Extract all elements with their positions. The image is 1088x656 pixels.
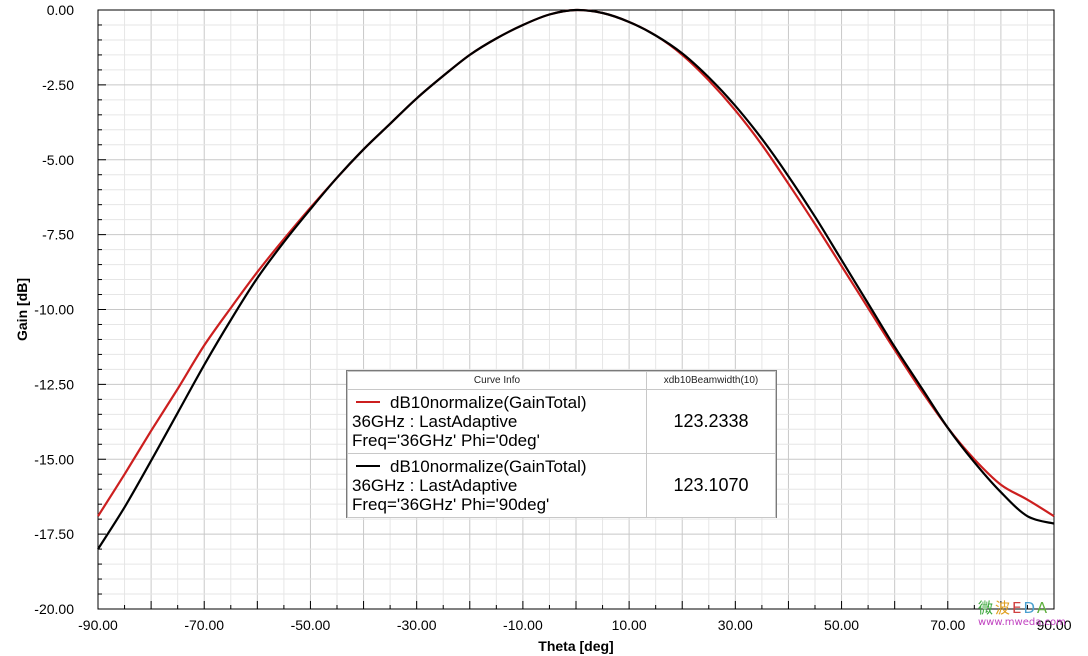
x-tick-label: 50.00 bbox=[824, 617, 859, 633]
legend-header-curve-info: Curve Info bbox=[347, 371, 647, 390]
legend-line3: Freq='36GHz' Phi='0deg' bbox=[352, 431, 540, 450]
x-tick-label: -10.00 bbox=[503, 617, 543, 633]
gain-vs-theta-chart: -90.00 -70.00 -50.00 -30.00 -10.00 10.00 30.00… bbox=[14, 2, 1072, 654]
legend-header-beamwidth: xdb10Beamwidth(10) bbox=[646, 371, 776, 390]
legend-line3: Freq='36GHz' Phi='90deg' bbox=[352, 495, 550, 514]
legend-line2: 36GHz : LastAdaptive bbox=[352, 412, 518, 431]
y-tick-label: -15.00 bbox=[34, 451, 74, 467]
legend-line1: dB10normalize(GainTotal) bbox=[390, 457, 587, 476]
legend-beamwidth-value: 123.2338 bbox=[646, 389, 776, 454]
y-tick-label: 0.00 bbox=[47, 2, 74, 18]
tick-labels: -90.00 -70.00 -50.00 -30.00 -10.00 10.00 30.00… bbox=[34, 2, 1071, 633]
x-tick-label: 30.00 bbox=[718, 617, 753, 633]
y-tick-label: -2.50 bbox=[42, 77, 74, 93]
legend-line1: dB10normalize(GainTotal) bbox=[390, 393, 587, 412]
y-tick-label: -17.50 bbox=[34, 526, 74, 542]
legend-swatch-black bbox=[356, 464, 380, 467]
curve-info-legend[interactable]: Curve Info xdb10Beamwidth(10) dB10normal… bbox=[346, 370, 777, 518]
x-tick-label: 70.00 bbox=[930, 617, 965, 633]
y-tick-label: -5.00 bbox=[42, 152, 74, 168]
legend-swatch-red bbox=[356, 400, 380, 403]
legend-curve-info: dB10normalize(GainTotal) 36GHz : LastAda… bbox=[347, 389, 647, 454]
watermark-logo: 微波EDA www.mweda.com bbox=[978, 597, 1066, 628]
legend-header-row: Curve Info xdb10Beamwidth(10) bbox=[347, 371, 776, 390]
x-axis-title: Theta [deg] bbox=[538, 638, 613, 654]
y-tick-label: -12.50 bbox=[34, 376, 74, 392]
plot-grid bbox=[97, 9, 1055, 610]
legend-curve-info: dB10normalize(GainTotal) 36GHz : LastAda… bbox=[347, 453, 647, 518]
legend-line2: 36GHz : LastAdaptive bbox=[352, 476, 518, 495]
y-tick-label: -20.00 bbox=[34, 601, 74, 617]
watermark-text: 微波EDA bbox=[978, 599, 1050, 617]
legend-table: Curve Info xdb10Beamwidth(10) dB10normal… bbox=[347, 371, 776, 518]
legend-beamwidth-value: 123.1070 bbox=[646, 453, 776, 518]
x-tick-label: -30.00 bbox=[397, 617, 437, 633]
legend-row-phi-90[interactable]: dB10normalize(GainTotal) 36GHz : LastAda… bbox=[347, 453, 776, 518]
x-tick-label: -70.00 bbox=[184, 617, 224, 633]
watermark-url: www.mweda.com bbox=[978, 617, 1066, 628]
x-tick-label: 10.00 bbox=[612, 617, 647, 633]
y-axis-title: Gain [dB] bbox=[14, 278, 30, 341]
legend-row-phi-0[interactable]: dB10normalize(GainTotal) 36GHz : LastAda… bbox=[347, 389, 776, 454]
y-tick-label: -7.50 bbox=[42, 227, 74, 243]
x-tick-label: -50.00 bbox=[291, 617, 331, 633]
x-tick-label: -90.00 bbox=[78, 617, 118, 633]
y-tick-label: -10.00 bbox=[34, 302, 74, 318]
